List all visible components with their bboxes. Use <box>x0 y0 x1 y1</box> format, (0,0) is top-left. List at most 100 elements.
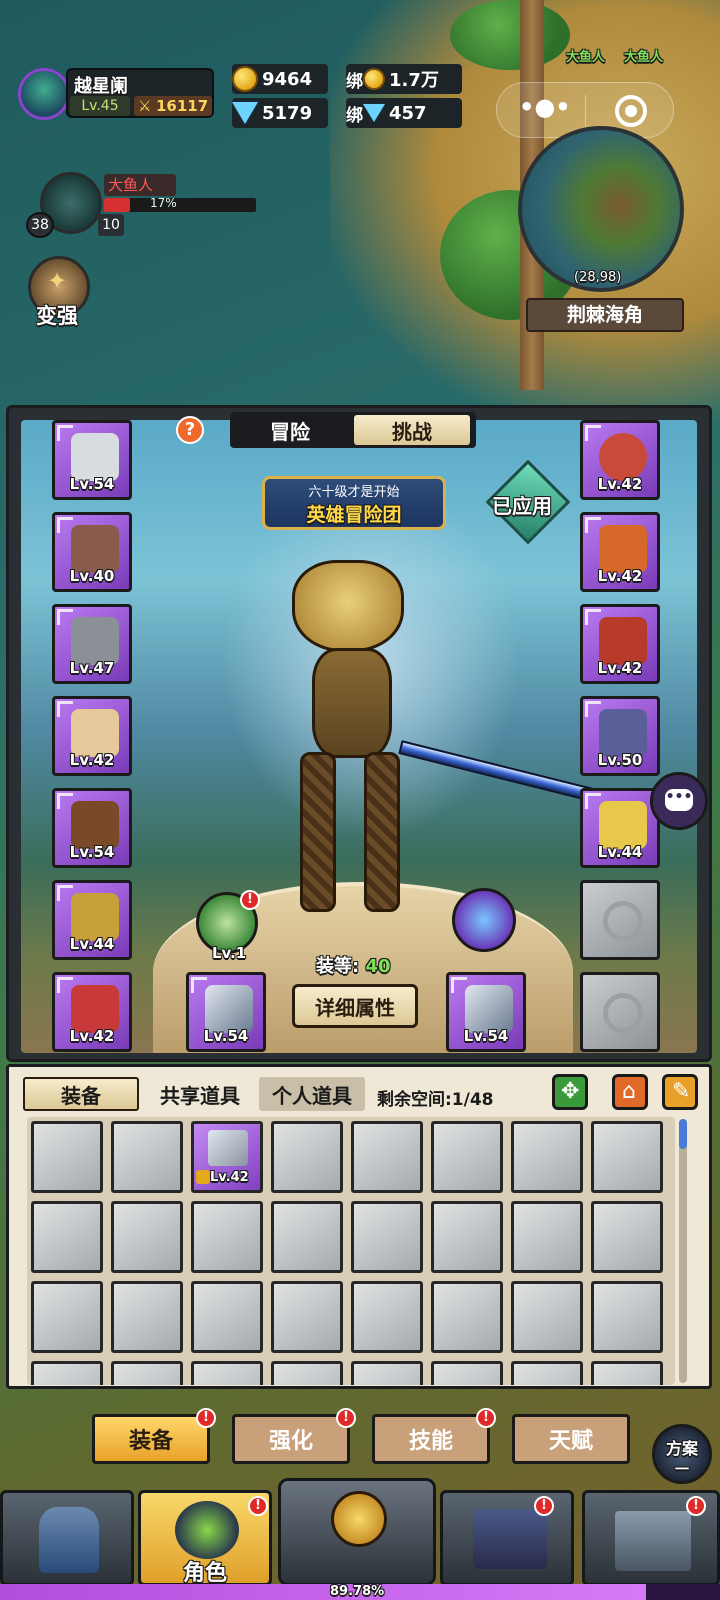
more-dots-icon[interactable]: •●• <box>519 93 571 121</box>
subtab-equipment[interactable]: 装备 <box>92 1414 210 1464</box>
subtab-skills[interactable]: 技能 <box>372 1414 490 1464</box>
lock-icon <box>196 1170 210 1184</box>
gold-coin-icon <box>232 66 258 92</box>
inventory-cell-item[interactable]: Lv.42 <box>191 1121 263 1193</box>
boss-progress-bar: 17% <box>104 196 256 212</box>
inventory-cell[interactable] <box>431 1361 503 1385</box>
boss-right-count: 10 <box>98 214 124 236</box>
slot-level: Lv.54 <box>203 1027 249 1045</box>
inventory-cell[interactable] <box>111 1121 183 1193</box>
nav-home[interactable] <box>0 1490 134 1586</box>
inventory-scrollbar[interactable] <box>679 1119 687 1383</box>
inventory-cell[interactable] <box>431 1281 503 1353</box>
equip-slot-necklace[interactable]: Lv.40 <box>52 512 132 592</box>
gold-value: 9464 <box>262 68 313 90</box>
inventory-cell[interactable] <box>591 1201 663 1273</box>
inventory-cell[interactable] <box>271 1121 343 1193</box>
inventory-cell[interactable] <box>191 1361 263 1385</box>
inventory-cell[interactable] <box>431 1121 503 1193</box>
recycle-button[interactable]: ✥ <box>552 1074 588 1110</box>
chat-button[interactable]: ••• <box>650 772 708 830</box>
equip-slot-belt[interactable]: Lv.42 <box>580 420 660 500</box>
swirl-icon: ✥ <box>561 1079 580 1104</box>
scheme-button[interactable]: 方案 一 <box>652 1424 712 1484</box>
inventory-cell[interactable] <box>271 1281 343 1353</box>
sort-button[interactable]: ✎ <box>662 1074 698 1110</box>
equip-slot-bracer[interactable]: Lv.44 <box>52 880 132 960</box>
equip-slot-empty[interactable] <box>580 880 660 960</box>
inventory-cell[interactable] <box>31 1121 103 1193</box>
inventory-cell[interactable] <box>431 1201 503 1273</box>
diamond-counter[interactable]: 5179 <box>232 98 328 128</box>
remaining-space: 剩余空间:1/48 <box>377 1090 494 1110</box>
inventory-cell[interactable] <box>111 1281 183 1353</box>
team-banner[interactable]: 六十级才是开始 英雄冒险团 <box>262 476 446 530</box>
inventory-tab-shared[interactable]: 共享道具 <box>145 1077 255 1111</box>
tab-adventure[interactable]: 冒险 <box>234 415 346 445</box>
slot-level: Lv.42 <box>597 567 643 585</box>
equip-slot-gloves[interactable]: Lv.42 <box>52 972 132 1052</box>
equip-slot-boots[interactable]: Lv.42 <box>580 604 660 684</box>
detail-attributes-button[interactable]: 详细属性 <box>292 984 418 1028</box>
slot-level: Lv.40 <box>69 567 115 585</box>
inventory-cell[interactable] <box>191 1281 263 1353</box>
equip-slot-armor[interactable]: Lv.54 <box>52 788 132 868</box>
inventory-cell[interactable] <box>31 1201 103 1273</box>
inventory-tab-personal[interactable]: 个人道具 <box>259 1077 365 1111</box>
inventory-cell[interactable] <box>591 1361 663 1385</box>
palm-leaves <box>450 0 570 70</box>
equip-slot-empty[interactable] <box>580 972 660 1052</box>
subtab-enhance[interactable]: 强化 <box>232 1414 350 1464</box>
inventory-tab-equipment[interactable]: 装备 <box>23 1077 139 1111</box>
inventory-cell[interactable] <box>351 1281 423 1353</box>
inventory-cell[interactable] <box>271 1361 343 1385</box>
player-name: 越星阑 <box>74 76 128 97</box>
equip-slot-helmet[interactable]: Lv.54 <box>52 420 132 500</box>
equip-slot-ring[interactable]: Lv.50 <box>580 696 660 776</box>
artifact-slot[interactable] <box>452 888 516 952</box>
gold-counter[interactable]: 9464 <box>232 64 328 94</box>
subtab-talent[interactable]: 天赋 <box>512 1414 630 1464</box>
inventory-cell[interactable] <box>191 1201 263 1273</box>
alert-badge: ! <box>534 1496 554 1516</box>
close-target-icon[interactable] <box>615 95 647 127</box>
inventory-cell[interactable] <box>31 1281 103 1353</box>
inventory-cell[interactable] <box>511 1281 583 1353</box>
equip-slot-pants[interactable]: Lv.42 <box>580 512 660 592</box>
inventory-cell[interactable] <box>271 1201 343 1273</box>
broom-icon: ✎ <box>672 1079 691 1104</box>
inventory-cell[interactable] <box>111 1361 183 1385</box>
equip-slot-shoulder[interactable]: Lv.47 <box>52 604 132 684</box>
inventory-cell[interactable] <box>351 1201 423 1273</box>
nav-battle[interactable] <box>278 1478 436 1586</box>
strengthen-label: 变强 <box>36 304 78 328</box>
alert-badge: ! <box>476 1408 496 1428</box>
hero-leg-right <box>364 752 400 912</box>
help-button[interactable]: ? <box>176 416 204 444</box>
inventory-cell[interactable] <box>511 1121 583 1193</box>
inventory-cell[interactable] <box>591 1121 663 1193</box>
slot-level: Lv.54 <box>463 1027 509 1045</box>
equip-slot-off-weapon[interactable]: Lv.54 <box>446 972 526 1052</box>
inventory-cell[interactable] <box>31 1361 103 1385</box>
equip-slot-chest[interactable]: Lv.42 <box>52 696 132 776</box>
house-icon: ⌂ <box>622 1079 636 1104</box>
minimap[interactable]: (28,98) <box>518 126 684 292</box>
equip-slot-trinket[interactable]: Lv.44 <box>580 788 660 868</box>
inventory-cell[interactable] <box>511 1201 583 1273</box>
inventory-cell[interactable] <box>591 1281 663 1353</box>
bound-diamond-value: 457 <box>389 102 427 124</box>
warehouse-button[interactable]: ⌂ <box>612 1074 648 1110</box>
inventory-cell[interactable] <box>111 1201 183 1273</box>
bound-diamond-counter[interactable]: 绑 457 <box>346 98 462 128</box>
inventory-cell[interactable] <box>351 1361 423 1385</box>
scrollbar-thumb[interactable] <box>679 1119 687 1149</box>
equip-slot-main-weapon[interactable]: Lv.54 <box>186 972 266 1052</box>
bound-gold-counter[interactable]: 绑 1.7万 <box>346 64 462 94</box>
inventory-cell[interactable] <box>351 1121 423 1193</box>
boss-name: 大鱼人 <box>104 174 176 196</box>
alert-badge: ! <box>240 890 260 910</box>
tab-challenge[interactable]: 挑战 <box>354 415 470 445</box>
player-avatar[interactable] <box>18 68 70 120</box>
inventory-cell[interactable] <box>511 1361 583 1385</box>
